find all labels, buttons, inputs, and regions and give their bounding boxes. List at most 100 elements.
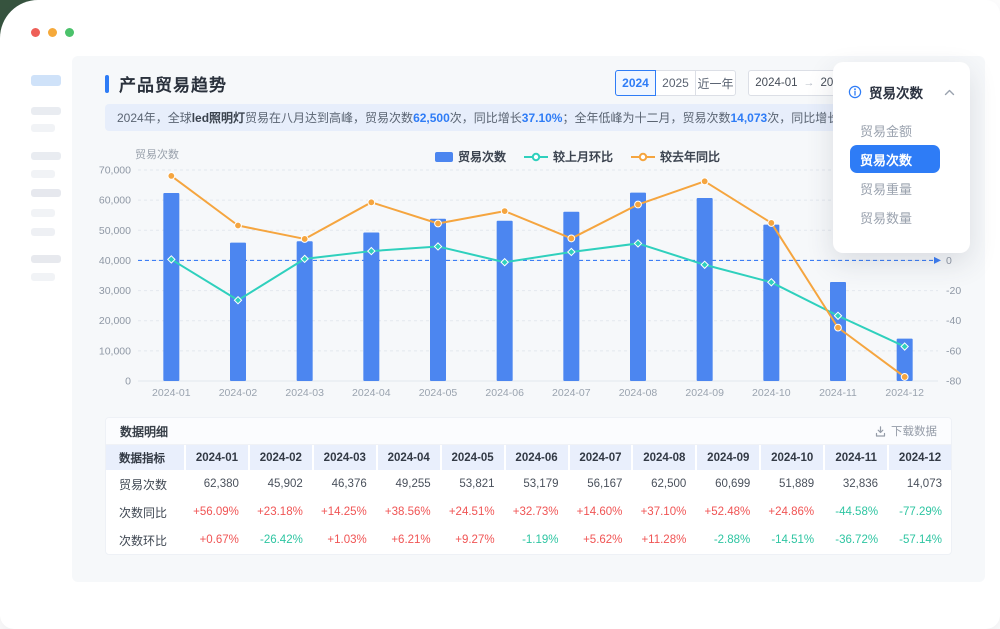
x-axis-label: 2024-07 — [552, 387, 591, 399]
sidebar-item-placeholder — [31, 255, 61, 263]
dropdown-option-贸易重量[interactable]: 贸易重量 — [833, 174, 970, 203]
left-axis-tick: 60,000 — [99, 195, 131, 207]
table-col-header-2024-09: 2024-09 — [695, 445, 759, 470]
metric-dropdown-options: 贸易金额贸易次数贸易重量贸易数量 — [833, 116, 970, 232]
table-cell: -57.14% — [887, 526, 951, 554]
point-较去年同比-2024-05[interactable] — [435, 220, 442, 227]
sidebar-item-active-placeholder — [31, 75, 61, 86]
point-较去年同比-2024-06[interactable] — [501, 208, 508, 215]
left-axis-tick: 40,000 — [99, 255, 131, 267]
point-较去年同比-2024-08[interactable] — [635, 201, 642, 208]
page-header: 产品贸易趋势 — [105, 71, 227, 96]
bar-2024-06[interactable] — [497, 221, 513, 381]
point-较去年同比-2024-02[interactable] — [235, 222, 242, 229]
x-axis-label: 2024-03 — [285, 387, 324, 399]
banner-segment: 2024年，全球 — [117, 109, 192, 126]
metric-dropdown-label: 贸易次数 — [869, 82, 937, 102]
point-较去年同比-2024-07[interactable] — [568, 235, 575, 242]
point-较去年同比-2024-09[interactable] — [701, 178, 708, 185]
bar-2024-10[interactable] — [763, 225, 779, 381]
bar-2024-01[interactable] — [163, 193, 179, 381]
banner-segment: 次，同比增长 — [450, 109, 522, 126]
download-icon — [874, 425, 887, 438]
table-cell: +9.27% — [440, 526, 504, 554]
point-较去年同比-2024-04[interactable] — [368, 199, 375, 206]
period-tab-近一年[interactable]: 近一年 — [695, 70, 736, 96]
page-title: 产品贸易趋势 — [119, 71, 227, 96]
bar-2024-08[interactable] — [630, 193, 646, 381]
sidebar-item-placeholder — [31, 273, 55, 281]
table-cell: 62,380 — [184, 470, 248, 498]
table-cell: +6.21% — [376, 526, 440, 554]
table-col-header-2024-07: 2024-07 — [568, 445, 632, 470]
point-较去年同比-2024-12[interactable] — [901, 374, 908, 381]
x-axis-label: 2024-04 — [352, 387, 391, 399]
window-controls — [31, 28, 74, 37]
x-axis-label: 2024-05 — [419, 387, 458, 399]
data-detail-title: 数据明细 — [120, 423, 168, 440]
x-axis-label: 2024-08 — [619, 387, 658, 399]
dropdown-option-贸易次数[interactable]: 贸易次数 — [850, 145, 940, 173]
table-cell: -14.51% — [759, 526, 823, 554]
point-较去年同比-2024-03[interactable] — [301, 236, 308, 243]
bar-2024-02[interactable] — [230, 243, 246, 381]
banner-segment: 14,073 — [731, 111, 768, 125]
table-cell: -26.42% — [248, 526, 312, 554]
point-较去年同比-2024-10[interactable] — [768, 220, 775, 227]
table-cell: +24.51% — [440, 498, 504, 526]
table-row-label-次数同比: 次数同比 — [106, 498, 184, 526]
table-col-header-2024-02: 2024-02 — [248, 445, 312, 470]
right-axis-tick: -40 — [946, 315, 961, 327]
x-axis-label: 2024-10 — [752, 387, 791, 399]
table-cell: +14.60% — [568, 498, 632, 526]
line-较去年同比[interactable] — [168, 172, 908, 380]
x-axis-label: 2024-02 — [219, 387, 258, 399]
download-data-button[interactable]: 下载数据 — [874, 423, 937, 439]
sidebar-item-placeholder — [31, 189, 61, 197]
date-range-arrow-icon: → — [804, 77, 815, 89]
table-col-header-数据指标: 数据指标 — [106, 445, 184, 470]
table-cell: 51,889 — [759, 470, 823, 498]
dropdown-option-贸易金额[interactable]: 贸易金额 — [833, 116, 970, 145]
maximize-window-button[interactable] — [65, 28, 74, 37]
zero-line-arrow — [934, 257, 941, 264]
banner-segment: 次，同比增长 — [767, 109, 839, 126]
table-col-header-2024-03: 2024-03 — [312, 445, 376, 470]
sidebar-item-placeholder — [31, 228, 55, 236]
banner-segment: 贸易在八月达到高峰，贸易次数 — [245, 109, 413, 126]
right-axis-tick: -60 — [946, 345, 961, 357]
table-row-label-贸易次数: 贸易次数 — [106, 470, 184, 498]
period-tab-2024[interactable]: 2024 — [615, 70, 656, 96]
table-cell: 60,699 — [695, 470, 759, 498]
point-较去年同比-2024-11[interactable] — [835, 324, 842, 331]
period-tab-2025[interactable]: 2025 — [655, 70, 696, 96]
left-axis-tick: 20,000 — [99, 315, 131, 327]
table-cell: +5.62% — [568, 526, 632, 554]
data-table: 数据指标2024-012024-022024-032024-042024-052… — [106, 445, 951, 554]
table-cell: 45,902 — [248, 470, 312, 498]
point-较去年同比-2024-01[interactable] — [168, 172, 175, 179]
table-col-header-2024-01: 2024-01 — [184, 445, 248, 470]
summary-banner: 2024年，全球led照明灯贸易在八月达到高峰，贸易次数62,500次，同比增长… — [105, 104, 950, 131]
right-axis-tick: -80 — [946, 376, 961, 388]
table-cell: 53,179 — [504, 470, 568, 498]
line-较上月环比[interactable] — [168, 240, 909, 350]
data-detail-header: 数据明细 下载数据 — [106, 418, 951, 445]
table-cell: +32.73% — [504, 498, 568, 526]
table-cell: +11.28% — [631, 526, 695, 554]
app-window: 产品贸易趋势 20242025近一年 2024-01 → 2024-12 202… — [0, 0, 1000, 629]
table-col-header-2024-10: 2024-10 — [759, 445, 823, 470]
sidebar-item-placeholder — [31, 124, 55, 132]
minimize-window-button[interactable] — [48, 28, 57, 37]
bars-贸易次数[interactable] — [163, 193, 912, 381]
table-cell: -36.72% — [823, 526, 887, 554]
table-col-header-2024-06: 2024-06 — [504, 445, 568, 470]
dropdown-option-贸易数量[interactable]: 贸易数量 — [833, 203, 970, 232]
close-window-button[interactable] — [31, 28, 40, 37]
chevron-up-icon — [944, 89, 955, 96]
banner-segment: 37.10% — [522, 111, 563, 125]
table-cell: 53,821 — [440, 470, 504, 498]
table-cell: 49,255 — [376, 470, 440, 498]
metric-dropdown-trigger[interactable]: 贸易次数 — [833, 80, 970, 104]
bar-2024-09[interactable] — [697, 198, 713, 381]
